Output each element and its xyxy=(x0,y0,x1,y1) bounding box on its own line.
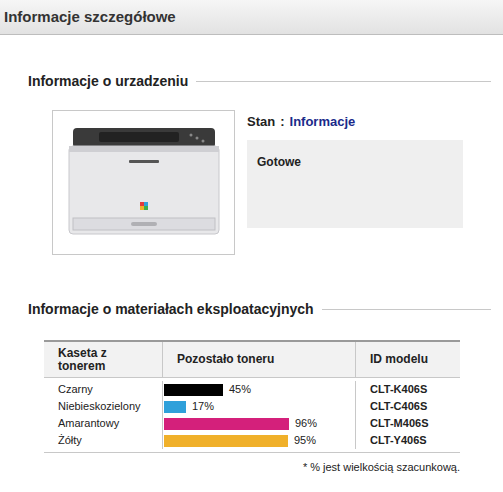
supplies-table: Kaseta z toneremPozostało toneruID model… xyxy=(44,340,460,453)
toner-row: Żółty95%CLT-Y406S xyxy=(44,432,460,449)
toner-bar xyxy=(164,384,223,396)
section-title: Informacje o materiałach eksploatacyjnyc… xyxy=(28,299,503,320)
column-header: Pozostało toneru xyxy=(162,342,355,377)
footnote: * % jest wielkością szacunkową. xyxy=(28,459,460,476)
status-link[interactable]: Informacje xyxy=(290,112,356,132)
column-header: ID modelu xyxy=(355,342,460,377)
header-bar: Informacje szczegółowe xyxy=(0,0,503,35)
status-line: Stan:Informacje xyxy=(247,112,463,132)
toner-bar xyxy=(164,418,289,430)
toner-row: Niebieskozielony17%CLT-C406S xyxy=(44,398,460,415)
status-message-box: Gotowe xyxy=(247,140,463,228)
status-panel: Stan:Informacje Gotowe xyxy=(247,110,463,255)
column-header: Kaseta z tonerem xyxy=(44,342,162,377)
section-line xyxy=(196,81,491,82)
page: Informacje szczegółowe Informacje o urzad… xyxy=(0,0,503,492)
toner-row: Amarantowy96%CLT-M406S xyxy=(44,415,460,432)
printer-icon xyxy=(59,118,229,248)
section-line xyxy=(322,309,491,310)
printer-image xyxy=(52,110,235,255)
toner-row: Czarny45%CLT-K406S xyxy=(44,381,460,398)
section-title: Informacje o urzadzeniu xyxy=(28,71,503,92)
table-header: Kaseta z toneremPozostało toneruID model… xyxy=(44,342,460,378)
toner-bar xyxy=(164,435,288,447)
device-row: Stan:Informacje Gotowe xyxy=(52,110,503,255)
toner-bar xyxy=(164,401,186,413)
